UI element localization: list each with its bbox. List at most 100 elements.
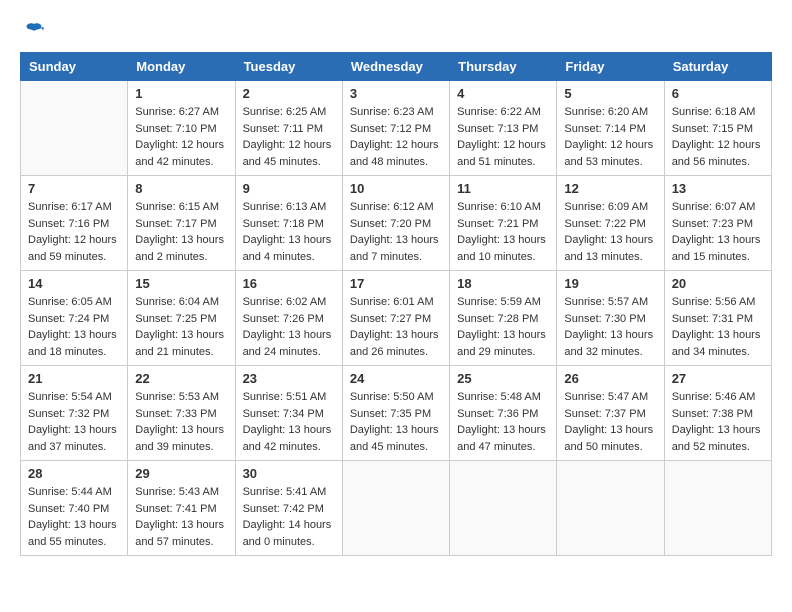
day-number: 29: [135, 466, 227, 481]
calendar-week-row: 1 Sunrise: 6:27 AM Sunset: 7:10 PM Daylig…: [21, 81, 772, 176]
calendar-cell: 7 Sunrise: 6:17 AM Sunset: 7:16 PM Daylig…: [21, 176, 128, 271]
day-number: 23: [243, 371, 335, 386]
day-number: 3: [350, 86, 442, 101]
day-info: Sunrise: 6:18 AM Sunset: 7:15 PM Dayligh…: [672, 104, 764, 170]
calendar-cell: 23 Sunrise: 5:51 AM Sunset: 7:34 PM Dayli…: [235, 366, 342, 461]
day-info: Sunrise: 6:01 AM Sunset: 7:27 PM Dayligh…: [350, 294, 442, 360]
day-number: 18: [457, 276, 549, 291]
day-header-wednesday: Wednesday: [342, 53, 449, 81]
calendar-cell: 6Sunrise: 6:18 AM Sunset: 7:15 PM Daylig…: [664, 81, 771, 176]
calendar-cell: [450, 461, 557, 556]
day-number: 20: [672, 276, 764, 291]
day-header-thursday: Thursday: [450, 53, 557, 81]
day-info: Sunrise: 5:59 AM Sunset: 7:28 PM Dayligh…: [457, 294, 549, 360]
day-number: 4: [457, 86, 549, 101]
calendar-cell: [557, 461, 664, 556]
day-header-sunday: Sunday: [21, 53, 128, 81]
calendar-cell: 21Sunrise: 5:54 AM Sunset: 7:32 PM Dayli…: [21, 366, 128, 461]
day-number: 27: [672, 371, 764, 386]
day-info: Sunrise: 6:05 AM Sunset: 7:24 PM Dayligh…: [28, 294, 120, 360]
calendar-cell: 26 Sunrise: 5:47 AM Sunset: 7:37 PM Dayli…: [557, 366, 664, 461]
calendar-cell: 3Sunrise: 6:23 AM Sunset: 7:12 PM Daylig…: [342, 81, 449, 176]
day-info: Sunrise: 6:27 AM Sunset: 7:10 PM Dayligh…: [135, 104, 227, 170]
calendar-week-row: 28 Sunrise: 5:44 AM Sunset: 7:40 PM Dayli…: [21, 461, 772, 556]
page-header: [20, 20, 772, 44]
logo: [20, 20, 45, 44]
day-number: 9: [243, 181, 335, 196]
day-number: 10: [350, 181, 442, 196]
day-info: Sunrise: 5:47 AM Sunset: 7:37 PM Dayligh…: [564, 389, 656, 455]
day-info: Sunrise: 6:13 AM Sunset: 7:18 PM Dayligh…: [243, 199, 335, 265]
day-info: Sunrise: 6:25 AM Sunset: 7:11 PM Dayligh…: [243, 104, 335, 170]
day-info: Sunrise: 6:04 AM Sunset: 7:25 PM Dayligh…: [135, 294, 227, 360]
day-info: Sunrise: 5:46 AM Sunset: 7:38 PM Dayligh…: [672, 389, 764, 455]
day-info: Sunrise: 5:54 AM Sunset: 7:32 PM Dayligh…: [28, 389, 120, 455]
day-info: Sunrise: 6:17 AM Sunset: 7:16 PM Dayligh…: [28, 199, 120, 265]
calendar-cell: 1 Sunrise: 6:27 AM Sunset: 7:10 PM Daylig…: [128, 81, 235, 176]
day-header-tuesday: Tuesday: [235, 53, 342, 81]
calendar-cell: 22 Sunrise: 5:53 AM Sunset: 7:33 PM Dayli…: [128, 366, 235, 461]
calendar-cell: 11Sunrise: 6:10 AM Sunset: 7:21 PM Dayli…: [450, 176, 557, 271]
calendar-cell: 16 Sunrise: 6:02 AM Sunset: 7:26 PM Dayli…: [235, 271, 342, 366]
logo-bird-icon: [23, 20, 45, 42]
day-number: 14: [28, 276, 120, 291]
day-info: Sunrise: 5:44 AM Sunset: 7:40 PM Dayligh…: [28, 484, 120, 550]
calendar-week-row: 21Sunrise: 5:54 AM Sunset: 7:32 PM Dayli…: [21, 366, 772, 461]
calendar-cell: 19 Sunrise: 5:57 AM Sunset: 7:30 PM Dayli…: [557, 271, 664, 366]
calendar-cell: 27 Sunrise: 5:46 AM Sunset: 7:38 PM Dayli…: [664, 366, 771, 461]
day-header-monday: Monday: [128, 53, 235, 81]
day-number: 8: [135, 181, 227, 196]
calendar-cell: 18 Sunrise: 5:59 AM Sunset: 7:28 PM Dayli…: [450, 271, 557, 366]
calendar-week-row: 7 Sunrise: 6:17 AM Sunset: 7:16 PM Daylig…: [21, 176, 772, 271]
day-info: Sunrise: 6:12 AM Sunset: 7:20 PM Dayligh…: [350, 199, 442, 265]
calendar-cell: 14 Sunrise: 6:05 AM Sunset: 7:24 PM Dayli…: [21, 271, 128, 366]
day-number: 17: [350, 276, 442, 291]
day-number: 28: [28, 466, 120, 481]
calendar-cell: [664, 461, 771, 556]
calendar-cell: 13 Sunrise: 6:07 AM Sunset: 7:23 PM Dayli…: [664, 176, 771, 271]
day-number: 13: [672, 181, 764, 196]
day-info: Sunrise: 5:48 AM Sunset: 7:36 PM Dayligh…: [457, 389, 549, 455]
calendar-cell: 5 Sunrise: 6:20 AM Sunset: 7:14 PM Daylig…: [557, 81, 664, 176]
day-info: Sunrise: 5:56 AM Sunset: 7:31 PM Dayligh…: [672, 294, 764, 360]
day-number: 30: [243, 466, 335, 481]
day-number: 24: [350, 371, 442, 386]
day-header-saturday: Saturday: [664, 53, 771, 81]
day-number: 16: [243, 276, 335, 291]
day-number: 25: [457, 371, 549, 386]
calendar-cell: [342, 461, 449, 556]
day-info: Sunrise: 5:57 AM Sunset: 7:30 PM Dayligh…: [564, 294, 656, 360]
day-info: Sunrise: 5:41 AM Sunset: 7:42 PM Dayligh…: [243, 484, 335, 550]
day-number: 1: [135, 86, 227, 101]
calendar-cell: 10 Sunrise: 6:12 AM Sunset: 7:20 PM Dayli…: [342, 176, 449, 271]
day-info: Sunrise: 5:53 AM Sunset: 7:33 PM Dayligh…: [135, 389, 227, 455]
day-info: Sunrise: 6:10 AM Sunset: 7:21 PM Dayligh…: [457, 199, 549, 265]
calendar-cell: 20 Sunrise: 5:56 AM Sunset: 7:31 PM Dayli…: [664, 271, 771, 366]
day-number: 26: [564, 371, 656, 386]
day-info: Sunrise: 6:07 AM Sunset: 7:23 PM Dayligh…: [672, 199, 764, 265]
calendar-cell: 28 Sunrise: 5:44 AM Sunset: 7:40 PM Dayli…: [21, 461, 128, 556]
calendar-cell: 8 Sunrise: 6:15 AM Sunset: 7:17 PM Daylig…: [128, 176, 235, 271]
day-info: Sunrise: 6:02 AM Sunset: 7:26 PM Dayligh…: [243, 294, 335, 360]
day-number: 19: [564, 276, 656, 291]
calendar-table: SundayMondayTuesdayWednesdayThursdayFrid…: [20, 52, 772, 556]
day-info: Sunrise: 6:22 AM Sunset: 7:13 PM Dayligh…: [457, 104, 549, 170]
day-info: Sunrise: 6:15 AM Sunset: 7:17 PM Dayligh…: [135, 199, 227, 265]
day-info: Sunrise: 6:20 AM Sunset: 7:14 PM Dayligh…: [564, 104, 656, 170]
calendar-cell: 30 Sunrise: 5:41 AM Sunset: 7:42 PM Dayli…: [235, 461, 342, 556]
calendar-cell: 24Sunrise: 5:50 AM Sunset: 7:35 PM Dayli…: [342, 366, 449, 461]
calendar-cell: 12Sunrise: 6:09 AM Sunset: 7:22 PM Dayli…: [557, 176, 664, 271]
calendar-cell: 29 Sunrise: 5:43 AM Sunset: 7:41 PM Dayli…: [128, 461, 235, 556]
calendar-cell: 17 Sunrise: 6:01 AM Sunset: 7:27 PM Dayli…: [342, 271, 449, 366]
day-info: Sunrise: 5:43 AM Sunset: 7:41 PM Dayligh…: [135, 484, 227, 550]
day-number: 2: [243, 86, 335, 101]
day-number: 12: [564, 181, 656, 196]
calendar-cell: [21, 81, 128, 176]
day-number: 5: [564, 86, 656, 101]
day-number: 15: [135, 276, 227, 291]
calendar-cell: 9 Sunrise: 6:13 AM Sunset: 7:18 PM Daylig…: [235, 176, 342, 271]
day-number: 7: [28, 181, 120, 196]
day-info: Sunrise: 5:51 AM Sunset: 7:34 PM Dayligh…: [243, 389, 335, 455]
calendar-header-row: SundayMondayTuesdayWednesdayThursdayFrid…: [21, 53, 772, 81]
day-number: 22: [135, 371, 227, 386]
